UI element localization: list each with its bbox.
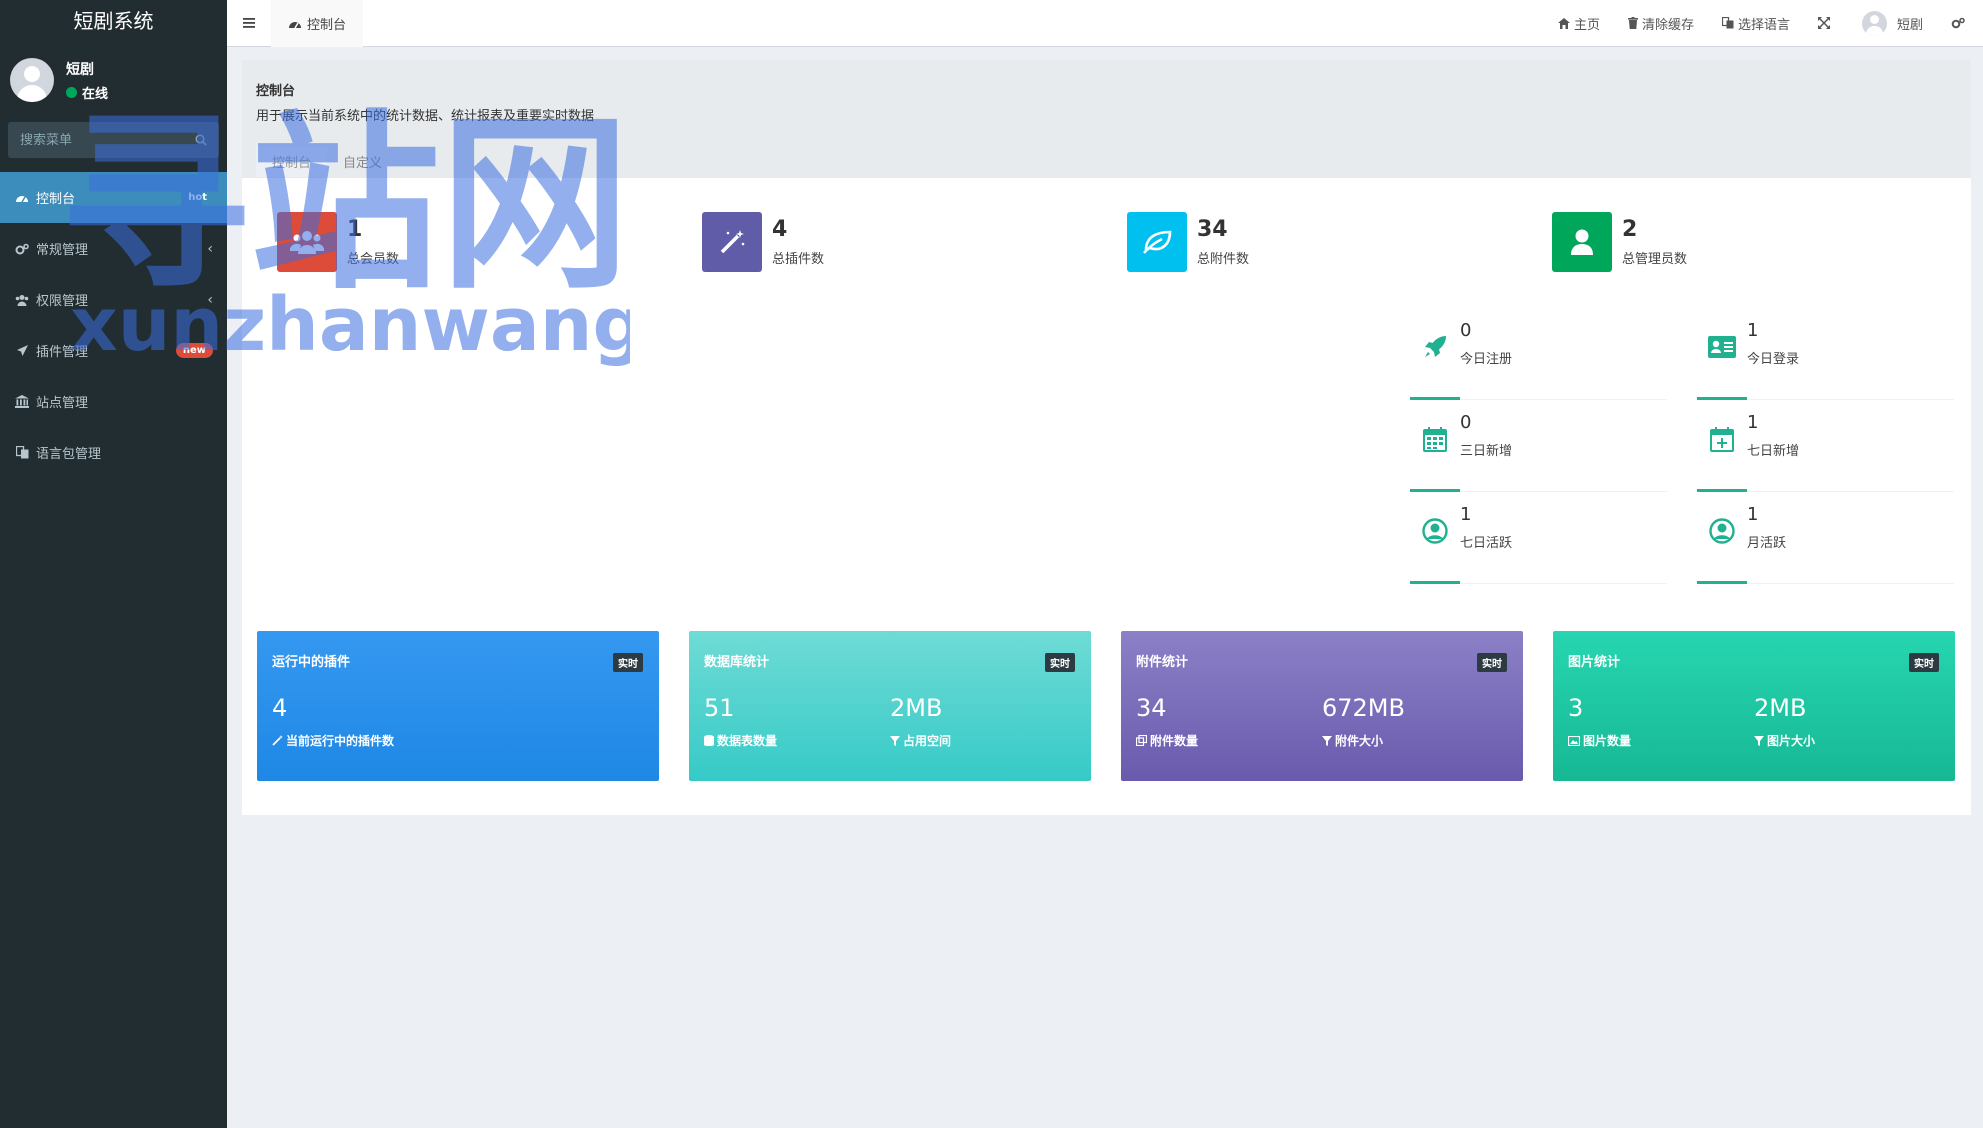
top-header: 控制台 主页 清除缓存 选择语言 短剧 [227,0,1983,47]
language-icon [14,446,30,460]
stat-total-plugins: 4 总插件数 [702,212,1127,272]
sidebar-item-site[interactable]: 站点管理 [0,376,227,427]
card-image-stats: 图片统计 实时 3 图片数量 2MB 图片大小 [1553,631,1955,781]
magic-wand-icon [702,212,762,272]
page-title: 控制台 [256,84,296,99]
sidebar-item-plugins[interactable]: 插件管理 new [0,325,227,376]
user-panel: 短剧 在线 [0,46,227,114]
content-header: 控制台 用于展示当前系统中的统计数据、统计报表及重要实时数据 控制台 自定义 [242,60,1971,178]
calendar-plus-icon [1697,414,1747,464]
stat-total-attachments: 34 总附件数 [1127,212,1552,272]
user-icon [1552,212,1612,272]
database-icon [704,735,714,746]
filter-icon [1322,735,1332,746]
mini-stat-monthly-active: 1 月活跃 [1697,492,1954,584]
home-icon [1557,17,1570,29]
user-circle-icon [1410,506,1460,556]
tab-custom[interactable]: 自定义 [327,146,398,177]
hamburger-icon[interactable] [243,18,255,28]
filter-icon [1754,735,1764,746]
dashboard-icon [289,21,301,28]
online-dot-icon [66,86,77,98]
copy-icon [1136,735,1147,746]
user-circle-icon [1697,506,1747,556]
id-card-icon [1697,322,1747,372]
home-link[interactable]: 主页 [1544,0,1614,47]
main-content: 控制台 用于展示当前系统中的统计数据、统计报表及重要实时数据 控制台 自定义 1… [242,60,1971,815]
sidebar-item-dashboard[interactable]: 控制台 hot [0,172,227,223]
leaf-icon [1127,212,1187,272]
users-icon [277,212,337,272]
mini-stats-grid: 0 今日注册 1 今日登录 0 三日新增 1 七日新增 1 七日活跃 1 月活跃 [1410,308,1983,584]
new-badge: new [175,343,213,358]
app-brand[interactable]: 短剧系统 [0,0,227,46]
chevron-left-icon: ‹ [207,240,213,257]
fullscreen-button[interactable] [1804,0,1848,47]
image-icon [1568,735,1580,746]
mini-stat-seven-day-active: 1 七日活跃 [1410,492,1667,584]
cogs-icon [14,242,30,256]
user-menu[interactable]: 短剧 [1848,0,1937,47]
send-icon [14,344,30,358]
mini-stat-today-login: 1 今日登录 [1697,308,1954,400]
card-running-plugins: 运行中的插件 实时 4 当前运行中的插件数 [257,631,659,781]
user-name: 短剧 [66,61,94,78]
language-icon [1721,17,1734,29]
stat-total-members: 1 总会员数 [277,212,702,272]
mini-stat-three-day-new: 0 三日新增 [1410,400,1667,492]
sidebar-item-language[interactable]: 语言包管理 [0,427,227,478]
group-icon [14,293,30,307]
dashboard-icon [14,191,30,205]
avatar [10,58,54,102]
tab-dashboard[interactable]: 控制台 [271,0,364,47]
tab-dashboard[interactable]: 控制台 [256,146,328,177]
card-attachment-stats: 附件统计 实时 34 附件数量 672MB 附件大小 [1121,631,1523,781]
select-language-button[interactable]: 选择语言 [1708,0,1804,47]
chevron-left-icon: ‹ [207,291,213,308]
filter-icon [890,735,900,746]
card-database-stats: 数据库统计 实时 51 数据表数量 2MB 占用空间 [689,631,1091,781]
menu-search[interactable] [8,122,219,158]
realtime-badge: 实时 [1477,653,1507,672]
realtime-badge: 实时 [1909,653,1939,672]
cogs-icon [1951,17,1965,29]
realtime-badge: 实时 [1045,653,1075,672]
sidebar: 短剧系统 短剧 在线 控制台 hot 常规管理 ‹ 权限管理 ‹ 插件管理 ne… [0,0,227,1128]
clear-cache-button[interactable]: 清除缓存 [1614,0,1708,47]
user-status: 在线 [66,83,108,102]
search-icon[interactable] [195,134,207,146]
calendar-icon [1410,414,1460,464]
sidebar-toggle-button[interactable] [227,0,271,47]
bank-icon [14,395,30,409]
page-description: 用于展示当前系统中的统计数据、统计报表及重要实时数据 [256,109,595,124]
rocket-icon [1410,322,1460,372]
avatar [1861,10,1887,36]
hot-badge: hot [182,190,213,205]
fullscreen-icon [1817,17,1830,29]
sidebar-item-general[interactable]: 常规管理 ‹ [0,223,227,274]
trash-icon [1627,17,1638,29]
magic-wand-icon [272,735,283,746]
sidebar-item-permissions[interactable]: 权限管理 ‹ [0,274,227,325]
settings-button[interactable] [1937,0,1983,47]
menu-search-input[interactable] [20,132,170,148]
stat-total-admins: 2 总管理员数 [1552,212,1977,272]
mini-stat-seven-day-new: 1 七日新增 [1697,400,1954,492]
mini-stat-today-register: 0 今日注册 [1410,308,1667,400]
realtime-badge: 实时 [613,653,643,672]
